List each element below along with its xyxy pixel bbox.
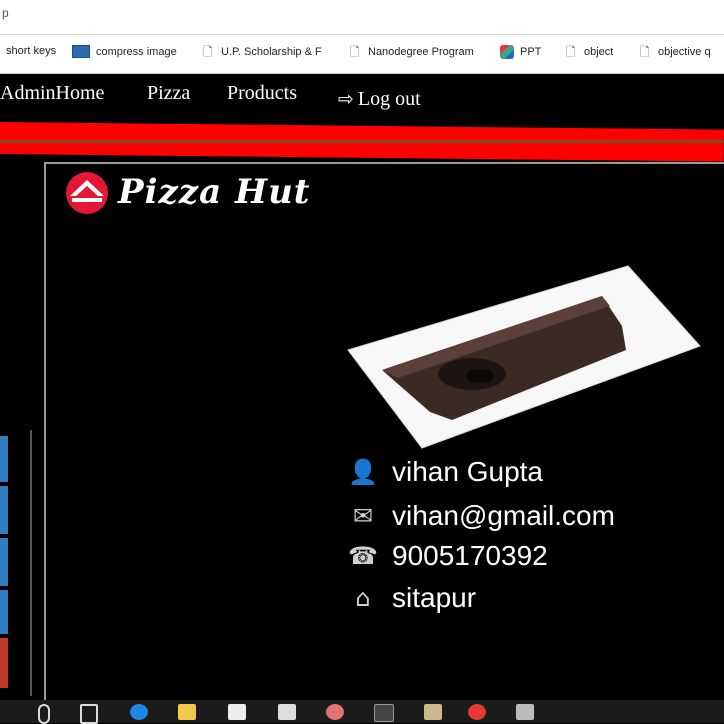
nav-pizza[interactable]: Pizza: [147, 82, 190, 105]
microphone-icon[interactable]: [38, 704, 50, 724]
app-icon[interactable]: [326, 704, 344, 720]
divider: [30, 430, 32, 696]
profile-email: vihan@gmail.com: [392, 500, 615, 531]
product-image: [340, 262, 705, 457]
side-tab[interactable]: [0, 436, 8, 482]
page-icon: 🗋: [203, 45, 213, 59]
side-tab[interactable]: [0, 590, 8, 634]
profile-name: vihan Gupta: [392, 456, 543, 487]
profile-email-row: ✉ vihan@gmail.com: [346, 500, 615, 532]
phone-icon: ☎: [348, 542, 378, 570]
bookmark-label: short keys: [6, 45, 57, 57]
profile-city-row: ⌂ sitapur: [346, 582, 476, 614]
bookmark-label: Nanodegree Program: [368, 46, 474, 58]
banner-divider: [0, 140, 724, 143]
pizza-hut-logo: Pizza Hut: [62, 170, 311, 214]
app-icon[interactable]: [468, 704, 486, 720]
edge-browser-icon[interactable]: [130, 704, 148, 720]
bookmarks-bar: short keys compress image 🗋 U.P. Scholar…: [0, 35, 724, 74]
profile-name-row: 👤 vihan Gupta: [346, 456, 543, 488]
address-bar[interactable]: p: [0, 0, 724, 35]
home-icon: ⌂: [355, 584, 371, 612]
sign-out-icon: ⇨: [338, 88, 354, 110]
logout-label: Log out: [357, 88, 421, 110]
profile-phone-row: ☎ 9005170392: [346, 540, 548, 572]
compress-image-icon: [72, 45, 90, 58]
app-icon[interactable]: [516, 704, 534, 720]
side-tab[interactable]: [0, 486, 8, 534]
bookmark-object[interactable]: 🗋 object: [566, 45, 613, 59]
side-tab[interactable]: [0, 538, 8, 586]
taskbar: [0, 700, 724, 724]
user-icon: 👤: [348, 458, 378, 486]
bookmark-compress-image[interactable]: compress image: [72, 45, 177, 58]
page-icon: 🗋: [350, 45, 360, 59]
nav-products[interactable]: Products: [227, 82, 297, 105]
profile-city: sitapur: [392, 582, 477, 613]
site-navbar: AdminHome Pizza Products ⇨ Log out: [0, 74, 724, 122]
envelope-icon: ✉: [352, 502, 374, 530]
bookmark-scholarship[interactable]: 🗋 U.P. Scholarship & F: [203, 45, 322, 59]
task-view-icon[interactable]: [80, 704, 98, 724]
bookmark-label: PPT: [520, 46, 542, 58]
bookmark-label: U.P. Scholarship & F: [221, 46, 322, 58]
side-tab[interactable]: [0, 638, 8, 688]
terminal-icon[interactable]: [374, 704, 394, 722]
bookmark-objective[interactable]: 🗋 objective q: [640, 45, 711, 59]
bookmark-label: compress image: [96, 45, 177, 58]
app-icon[interactable]: [278, 704, 296, 720]
bookmark-nanodegree[interactable]: 🗋 Nanodegree Program: [350, 45, 474, 59]
app-icon[interactable]: [424, 704, 442, 720]
page-icon: 🗋: [566, 45, 576, 59]
bookmark-short-keys[interactable]: short keys: [6, 45, 56, 57]
pizza-hut-roof-icon: [66, 172, 108, 214]
file-explorer-icon[interactable]: [178, 704, 196, 720]
bookmark-label: objective q: [658, 46, 711, 58]
bookmark-ppt[interactable]: PPT: [500, 45, 541, 59]
address-text: p: [2, 6, 9, 20]
logout-button[interactable]: ⇨ Log out: [338, 88, 421, 111]
profile-phone: 9005170392: [392, 540, 548, 571]
nav-admin-home[interactable]: AdminHome: [0, 82, 104, 105]
bookmark-label: object: [584, 46, 614, 58]
page-icon: 🗋: [640, 45, 650, 59]
store-icon[interactable]: [228, 704, 246, 720]
logo-text: Pizza Hut: [118, 172, 311, 212]
ppt-icon: [500, 45, 514, 59]
